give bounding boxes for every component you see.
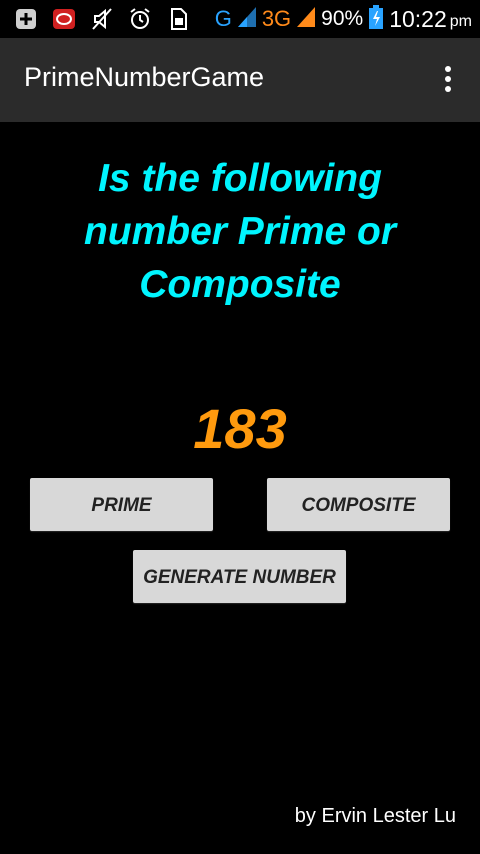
mute-icon (90, 7, 114, 31)
alarm-icon (128, 7, 152, 31)
battery-icon (369, 5, 384, 33)
composite-button[interactable]: COMPOSITE (267, 478, 450, 531)
status-bar: G 3G 90% 10:22 pm (0, 0, 480, 38)
app-notification-icon (52, 7, 76, 31)
prime-button[interactable]: PRIME (30, 478, 213, 531)
network-g-label: G (214, 6, 232, 31)
signal-icon (237, 7, 256, 31)
signal-3g-icon (297, 7, 316, 31)
overflow-menu-icon[interactable] (442, 66, 454, 96)
action-bar: PrimeNumberGame (0, 38, 480, 122)
add-icon (14, 7, 38, 31)
generate-number-button[interactable]: GENERATE NUMBER (133, 550, 346, 603)
network-3g-label: 3G (261, 6, 292, 31)
number-display: 183 (193, 397, 287, 460)
notification-icons (14, 7, 190, 31)
sim-icon (166, 7, 190, 31)
status-indicators: G 3G 90% 10:22 pm (215, 4, 472, 34)
battery-percent: 90% (321, 7, 364, 30)
clock-ampm: pm (449, 13, 472, 30)
app-title: PrimeNumberGame (24, 62, 265, 92)
author-credit: by Ervin Lester Lu (294, 805, 456, 827)
clock: 10:22 (389, 5, 447, 32)
question-text: Is the following number Prime or Composi… (83, 157, 397, 306)
